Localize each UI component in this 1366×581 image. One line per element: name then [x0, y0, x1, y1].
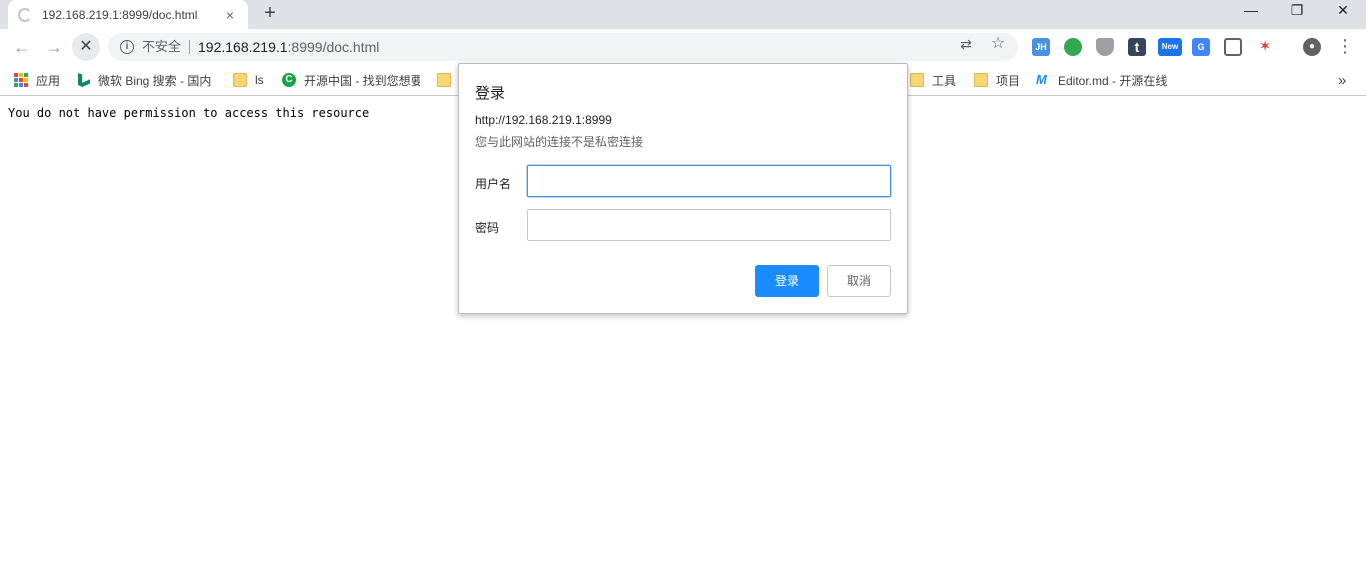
extension-card-icon[interactable]: [1224, 38, 1242, 56]
password-label: 密码: [475, 221, 500, 235]
dialog-title: 登录: [475, 85, 506, 102]
extension-shield-icon[interactable]: [1096, 38, 1114, 56]
folder-icon: [437, 73, 451, 87]
login-dialog: 登录 http://192.168.219.1:8999 您与此网站的连接不是私…: [458, 63, 908, 314]
window-close-button[interactable]: ✕: [1320, 0, 1366, 29]
address-bar[interactable]: i 不安全 192.168.219.1:8999/doc.html: [108, 33, 1018, 61]
bookmark-label: 工具: [932, 73, 957, 88]
dialog-warning: 您与此网站的连接不是私密连接: [475, 135, 644, 149]
bing-icon: [78, 73, 90, 87]
bookmark-label: 项目: [996, 73, 1021, 88]
username-input[interactable]: [527, 165, 891, 197]
not-secure-label[interactable]: 不安全: [142, 40, 191, 54]
bookmark-apps[interactable]: 应用: [14, 72, 60, 88]
new-tab-button[interactable]: +: [258, 2, 282, 26]
bookmark-projects[interactable]: 项目: [974, 72, 1020, 88]
bookmark-label: ls: [255, 73, 264, 87]
bookmark-bing[interactable]: 微软 Bing 搜索 - 国内: [78, 72, 218, 88]
editormd-icon: M: [1036, 72, 1047, 87]
tab-strip: 192.168.219.1:8999/doc.html × + — ❐ ✕: [0, 0, 1366, 29]
profile-avatar-icon[interactable]: ●: [1303, 38, 1321, 56]
loading-spinner-icon: [18, 7, 32, 22]
bookmark-editormd[interactable]: M Editor.md - 开源在线: [1036, 72, 1176, 88]
bookmark-tools[interactable]: 工具: [910, 72, 956, 88]
bookmark-oschina[interactable]: C 开源中国 - 找到您想要: [282, 72, 420, 88]
browser-menu-icon[interactable]: ⋮: [1336, 37, 1354, 55]
back-button[interactable]: ←: [8, 33, 36, 61]
bookmark-folder[interactable]: [437, 72, 459, 88]
tab-title: 192.168.219.1:8999/doc.html: [42, 7, 198, 22]
browser-tab[interactable]: 192.168.219.1:8999/doc.html ×: [8, 0, 248, 29]
dialog-origin: http://192.168.219.1:8999: [475, 113, 612, 127]
folder-icon: [233, 73, 247, 87]
bookmark-label: Editor.md - 开源在线: [1058, 73, 1168, 88]
apps-grid-icon: [14, 73, 28, 87]
cancel-button[interactable]: 取消: [827, 265, 891, 297]
bookmark-star-icon[interactable]: ☆: [990, 36, 1006, 52]
tab-close-icon[interactable]: ×: [222, 7, 238, 23]
translate-page-icon[interactable]: ⇄: [958, 36, 974, 52]
folder-icon: [974, 73, 988, 87]
url-host: 192.168.219.1: [198, 39, 288, 55]
browser-toolbar: ← → ✕ i 不安全 192.168.219.1:8999/doc.html …: [0, 29, 1366, 65]
bookmark-label: 应用: [36, 73, 61, 88]
site-info-icon[interactable]: i: [120, 40, 134, 54]
bookmark-label: 开源中国 - 找到您想要: [304, 73, 420, 88]
username-label: 用户名: [475, 177, 512, 191]
extension-green-circle-icon[interactable]: [1064, 38, 1082, 56]
oschina-icon: C: [282, 73, 296, 87]
bookmark-ls[interactable]: ls: [233, 72, 264, 88]
extension-translate-icon[interactable]: G: [1192, 38, 1210, 56]
login-button[interactable]: 登录: [755, 265, 819, 297]
permission-denied-message: You do not have permission to access thi…: [8, 106, 370, 120]
stop-loading-button[interactable]: ✕: [72, 33, 100, 61]
bookmark-label: 微软 Bing 搜索 - 国内: [98, 73, 212, 88]
bookmarks-overflow-button[interactable]: »: [1338, 72, 1346, 89]
extension-new-icon[interactable]: New: [1158, 38, 1182, 56]
forward-button[interactable]: →: [40, 33, 68, 61]
url-path: :8999/doc.html: [287, 39, 380, 55]
extension-jh-icon[interactable]: JH: [1032, 38, 1050, 56]
folder-icon: [910, 73, 924, 87]
password-input[interactable]: [527, 209, 891, 241]
extension-t-icon[interactable]: t: [1128, 38, 1146, 56]
extension-star-icon[interactable]: ✶: [1256, 38, 1274, 56]
restore-button[interactable]: ❐: [1274, 0, 1320, 29]
minimize-button[interactable]: —: [1228, 0, 1274, 29]
